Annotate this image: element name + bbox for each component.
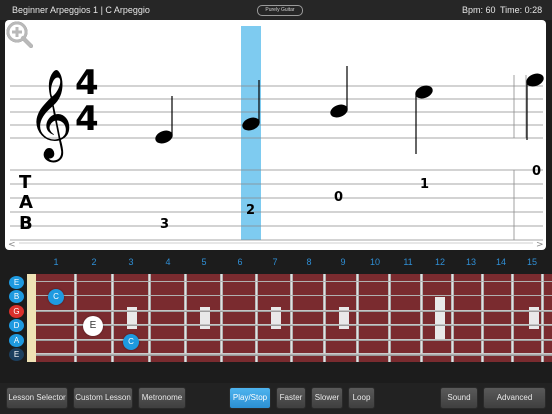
- fret-number: 6: [237, 257, 243, 267]
- tab-staff: [10, 169, 543, 241]
- custom-lesson-button[interactable]: Custom Lesson: [73, 387, 133, 409]
- string-label-a: A: [9, 334, 24, 347]
- tab-number: 0: [334, 190, 343, 205]
- faster-button[interactable]: Faster: [276, 387, 306, 409]
- tab-label: T A B: [19, 172, 33, 234]
- fret-wire: [481, 274, 484, 362]
- fret-note-c-low: C: [123, 334, 139, 350]
- play-stop-button[interactable]: Play/Stop: [229, 387, 271, 409]
- fret-wire: [420, 274, 423, 362]
- app-logo: Purely Guitar: [257, 5, 303, 16]
- svg-text:B: B: [19, 213, 33, 234]
- fret-wire: [290, 274, 293, 362]
- string-label-g: G: [9, 305, 24, 318]
- fret-note-e: E: [83, 316, 103, 336]
- fret-number: 2: [91, 257, 97, 267]
- bpm-readout: Bpm: 60: [462, 5, 496, 15]
- slower-button[interactable]: Slower: [311, 387, 343, 409]
- app-window: Beginner Arpeggios 1 | C Arpeggio Purely…: [0, 0, 552, 414]
- string-high-e: [36, 281, 552, 282]
- lesson-title: Beginner Arpeggios 1 | C Arpeggio: [12, 5, 150, 15]
- fret-wire: [511, 274, 514, 362]
- tab-number: 2: [246, 203, 255, 218]
- fret-note-c: C: [48, 289, 64, 305]
- string-label-e-low: E: [9, 348, 24, 361]
- fret-wire: [111, 274, 114, 362]
- fret-wire: [184, 274, 187, 362]
- note-e-high: [526, 73, 544, 140]
- fret-number: 4: [165, 257, 171, 267]
- note-c-high: [415, 85, 433, 154]
- zoom-in-icon[interactable]: [5, 20, 33, 48]
- note-c: [155, 96, 173, 144]
- fret-inlay-double: [435, 297, 445, 339]
- title-bar: Beginner Arpeggios 1 | C Arpeggio Purely…: [0, 0, 552, 20]
- fret-wire: [323, 274, 326, 362]
- fret-wire: [74, 274, 77, 362]
- string-label-b: B: [9, 290, 24, 303]
- fret-number: 13: [465, 257, 476, 267]
- fret-wire: [356, 274, 359, 362]
- advanced-button[interactable]: Advanced: [483, 387, 546, 409]
- fret-number: 3: [128, 257, 134, 267]
- sound-button[interactable]: Sound: [440, 387, 478, 409]
- fret-wire: [541, 274, 544, 362]
- svg-text:A: A: [19, 192, 33, 213]
- treble-clef-icon: 𝄞: [27, 69, 73, 163]
- metronome-button[interactable]: Metronome: [138, 387, 186, 409]
- fret-number: 10: [369, 257, 380, 267]
- tab-number: 1: [420, 177, 429, 192]
- string-g: [36, 310, 552, 312]
- lesson-selector-button[interactable]: Lesson Selector: [6, 387, 68, 409]
- fret-number: 1: [53, 257, 59, 267]
- score-panel: 𝄞 4 4 T A B 3 2 0 1 0 < >: [5, 20, 546, 250]
- nut: [27, 274, 36, 362]
- fret-wire: [220, 274, 223, 362]
- string-b: [36, 295, 552, 296]
- fret-number: 7: [272, 257, 278, 267]
- time-signature-top: 4: [75, 63, 99, 103]
- time-signature-bottom: 4: [75, 99, 99, 139]
- fret-number: 15: [526, 257, 537, 267]
- note-g: [330, 66, 348, 118]
- fret-wire: [255, 274, 258, 362]
- fret-number: 14: [495, 257, 506, 267]
- fret-wire: [388, 274, 391, 362]
- scroll-left-button[interactable]: <: [8, 240, 16, 250]
- tab-number: 0: [532, 164, 541, 179]
- string-label-d: D: [9, 319, 24, 332]
- bottom-toolbar: Lesson Selector Custom Lesson Metronome …: [0, 383, 552, 414]
- svg-text:T: T: [19, 172, 32, 193]
- fret-wire: [148, 274, 151, 362]
- fret-number: 5: [201, 257, 207, 267]
- fret-number: 9: [340, 257, 346, 267]
- string-a: [36, 339, 552, 341]
- loop-button[interactable]: Loop: [348, 387, 375, 409]
- fretboard-panel: 1 2 3 4 5 6 7 8 9 10 11 12 13 14 15 E B …: [0, 252, 552, 370]
- fret-number: 8: [306, 257, 312, 267]
- string-label-e-high: E: [9, 276, 24, 289]
- string-low-e: [36, 353, 552, 356]
- tab-number: 3: [160, 217, 169, 232]
- fret-number: 11: [403, 257, 413, 267]
- fret-wire: [451, 274, 454, 362]
- fret-number: 12: [434, 257, 445, 267]
- notation-canvas: 𝄞 4 4 T A B 3 2 0 1 0 < >: [8, 26, 544, 250]
- scroll-right-button[interactable]: >: [536, 240, 544, 250]
- time-readout: Time: 0:28: [500, 5, 543, 15]
- string-d: [36, 324, 552, 326]
